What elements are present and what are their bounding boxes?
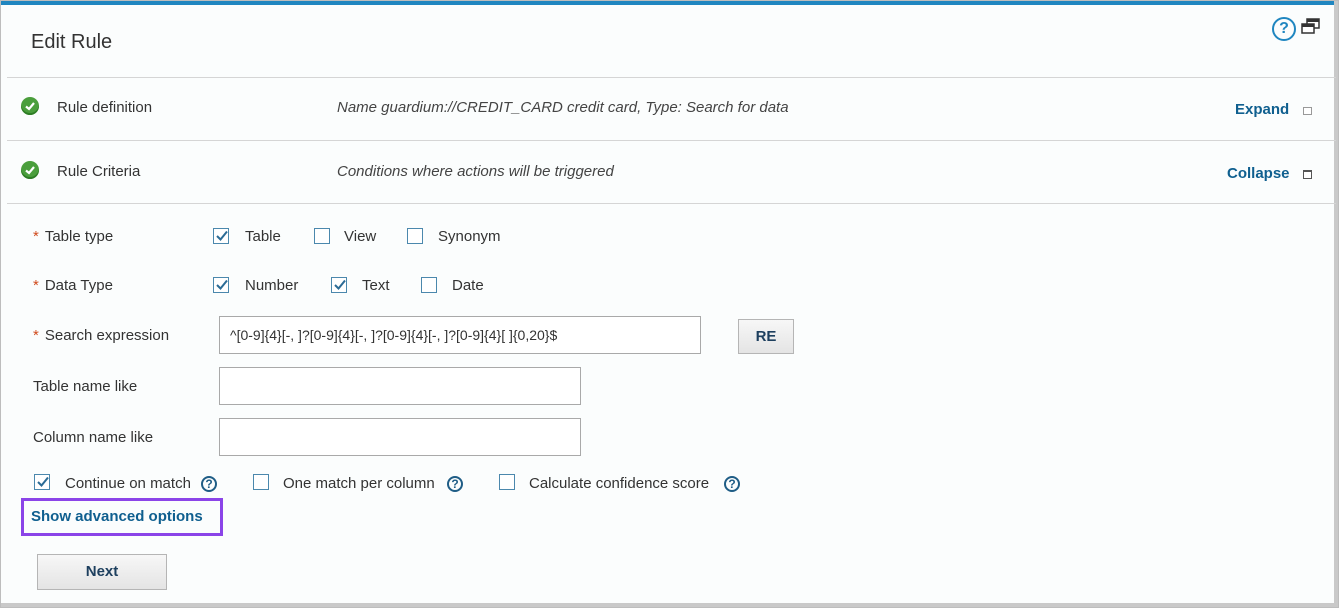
data-type-label: * Data Type (33, 277, 113, 294)
table-checkbox-label: Table (245, 228, 281, 245)
divider (7, 77, 1336, 78)
search-expression-input[interactable]: ^[0-9]{4}[-, ]?[0-9]{4}[-, ]?[0-9]{4}[-,… (219, 316, 701, 354)
view-checkbox[interactable] (314, 228, 330, 244)
check-circle-icon (21, 97, 39, 115)
required-mark: * (33, 277, 39, 294)
help-circle-icon[interactable]: ? (1272, 17, 1296, 41)
panel-right-edge (1334, 1, 1338, 607)
table-name-like-label: Table name like (33, 378, 138, 395)
section-label: Rule Criteria (57, 163, 141, 180)
section-description: Conditions where actions will be trigger… (337, 163, 614, 180)
divider (7, 203, 1336, 204)
top-accent-bar (1, 1, 1338, 5)
search-expression-label: * Search expression (33, 327, 170, 344)
number-checkbox[interactable] (213, 277, 229, 293)
view-checkbox-label: View (344, 228, 377, 245)
calculate-confidence-score-checkbox[interactable] (499, 474, 515, 490)
column-name-like-label: Column name like (33, 429, 154, 446)
expand-link[interactable]: Expand (1235, 101, 1289, 118)
date-checkbox-label: Date (452, 277, 484, 294)
divider (7, 140, 1336, 141)
text-checkbox[interactable] (331, 277, 347, 293)
required-mark: * (33, 327, 39, 344)
continue-on-match-help-icon[interactable]: ? (201, 476, 217, 492)
table-checkbox[interactable] (213, 228, 229, 244)
check-circle-icon (21, 161, 39, 179)
panel-bottom-edge (1, 603, 1338, 607)
section-description: Name guardium://CREDIT_CARD credit card,… (337, 99, 789, 116)
continue-on-match-label: Continue on match (65, 475, 191, 492)
column-name-like-input[interactable] (219, 418, 581, 456)
one-match-per-column-help-icon[interactable]: ? (447, 476, 463, 492)
continue-on-match-checkbox[interactable] (34, 474, 50, 490)
restore-window-icon[interactable] (1301, 17, 1321, 37)
calculate-confidence-score-label: Calculate confidence score (529, 475, 710, 492)
required-mark: * (33, 228, 39, 245)
number-checkbox-label: Number (245, 277, 299, 294)
collapse-icon[interactable] (1303, 170, 1312, 179)
next-button[interactable]: Next (37, 554, 167, 590)
collapse-link[interactable]: Collapse (1227, 165, 1290, 182)
one-match-per-column-label: One match per column (283, 475, 435, 492)
edit-rule-panel: Edit Rule ? Rule definition Name guardiu… (0, 0, 1339, 608)
expand-icon[interactable] (1303, 107, 1312, 115)
synonym-checkbox[interactable] (407, 228, 423, 244)
section-label: Rule definition (57, 99, 153, 116)
text-checkbox-label: Text (362, 277, 390, 294)
re-button[interactable]: RE (738, 319, 794, 354)
table-type-label: * Table type (33, 228, 114, 245)
synonym-checkbox-label: Synonym (438, 228, 501, 245)
date-checkbox[interactable] (421, 277, 437, 293)
table-name-like-input[interactable] (219, 367, 581, 405)
page-title: Edit Rule (31, 31, 113, 53)
show-advanced-options-link[interactable]: Show advanced options (21, 498, 223, 536)
calculate-confidence-score-help-icon[interactable]: ? (724, 476, 740, 492)
one-match-per-column-checkbox[interactable] (253, 474, 269, 490)
